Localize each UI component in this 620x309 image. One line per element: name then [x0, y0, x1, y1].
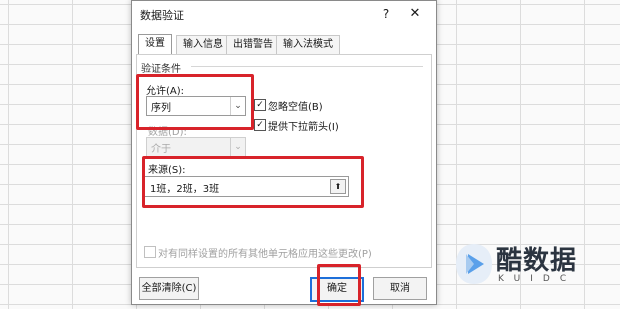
ignore-blank-checkbox[interactable]: ✓ [254, 99, 266, 111]
chevron-down-icon: ⌄ [230, 97, 245, 115]
ignore-blank-label: 忽略空值(B) [268, 102, 323, 113]
help-button[interactable]: ? [376, 4, 396, 24]
clear-all-button[interactable]: 全部清除(C) [139, 277, 199, 300]
watermark: 酷数据 KUIDC [454, 236, 614, 296]
criteria-group-label: 验证条件 [141, 64, 181, 75]
checkmark-icon: ✓ [256, 100, 264, 110]
allow-select[interactable]: 序列 ⌄ [146, 96, 246, 116]
dialog-title: 数据验证 [140, 9, 184, 22]
checkmark-icon: ✓ [256, 120, 264, 130]
watermark-sub: KUIDC [498, 274, 577, 284]
data-select: 介于 ⌄ [146, 137, 246, 157]
group-divider [191, 66, 423, 67]
play-logo-icon [456, 244, 492, 284]
source-label: 来源(S): [148, 165, 186, 176]
chevron-down-icon: ⌄ [230, 138, 245, 156]
data-label: 数据(D): [148, 127, 187, 138]
allow-value: 序列 [151, 103, 171, 114]
tab-error-alert[interactable]: 出错警告 [226, 35, 280, 54]
source-value: 1班，2班，3班 [150, 184, 220, 195]
dropdown-arrow-label: 提供下拉箭头(I) [268, 122, 339, 133]
close-button[interactable]: ✕ [404, 4, 426, 24]
ok-button[interactable]: 确定 [310, 277, 364, 302]
apply-all-label: 对有同样设置的所有其他单元格应用这些更改(P) [158, 249, 372, 260]
watermark-name: 酷数据 [496, 246, 578, 276]
title-bar: 数据验证 ? ✕ [132, 1, 436, 27]
tab-input-message[interactable]: 输入信息 [176, 35, 230, 54]
collapse-range-icon[interactable]: ⬆ [330, 179, 346, 194]
dropdown-arrow-checkbox[interactable]: ✓ [254, 119, 266, 131]
apply-all-checkbox [144, 246, 156, 258]
tab-ime-mode[interactable]: 输入法模式 [276, 35, 340, 54]
tab-settings[interactable]: 设置 [138, 34, 172, 55]
data-value: 介于 [151, 144, 171, 155]
source-input[interactable]: 1班，2班，3班 ⬆ [143, 176, 349, 197]
allow-label: 允许(A): [146, 86, 185, 97]
cancel-button[interactable]: 取消 [373, 277, 427, 300]
